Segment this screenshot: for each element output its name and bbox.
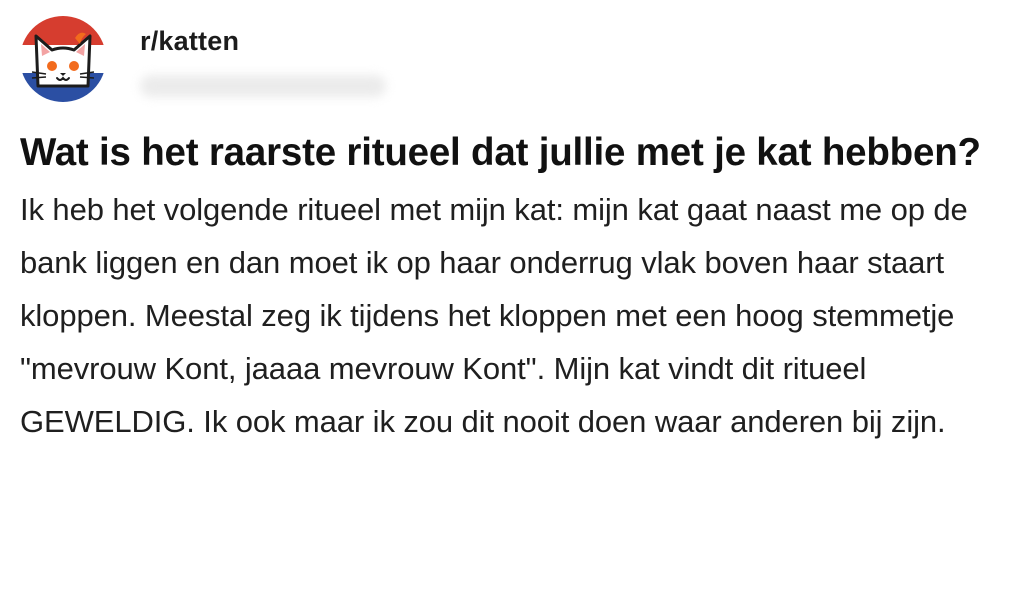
cat-face-icon	[20, 16, 106, 102]
post-title[interactable]: Wat is het raarste ritueel dat jullie me…	[20, 124, 1000, 181]
post-body: Ik heb het volgende ritueel met mijn kat…	[20, 192, 968, 439]
username-redacted	[140, 75, 386, 97]
post-card: r/katten Wat is het raarste ritueel dat …	[20, 16, 1010, 448]
subreddit-avatar[interactable]	[20, 16, 106, 102]
post-header: r/katten	[20, 16, 1010, 108]
post-meta: r/katten	[140, 16, 386, 97]
subreddit-name[interactable]: r/katten	[140, 26, 386, 57]
